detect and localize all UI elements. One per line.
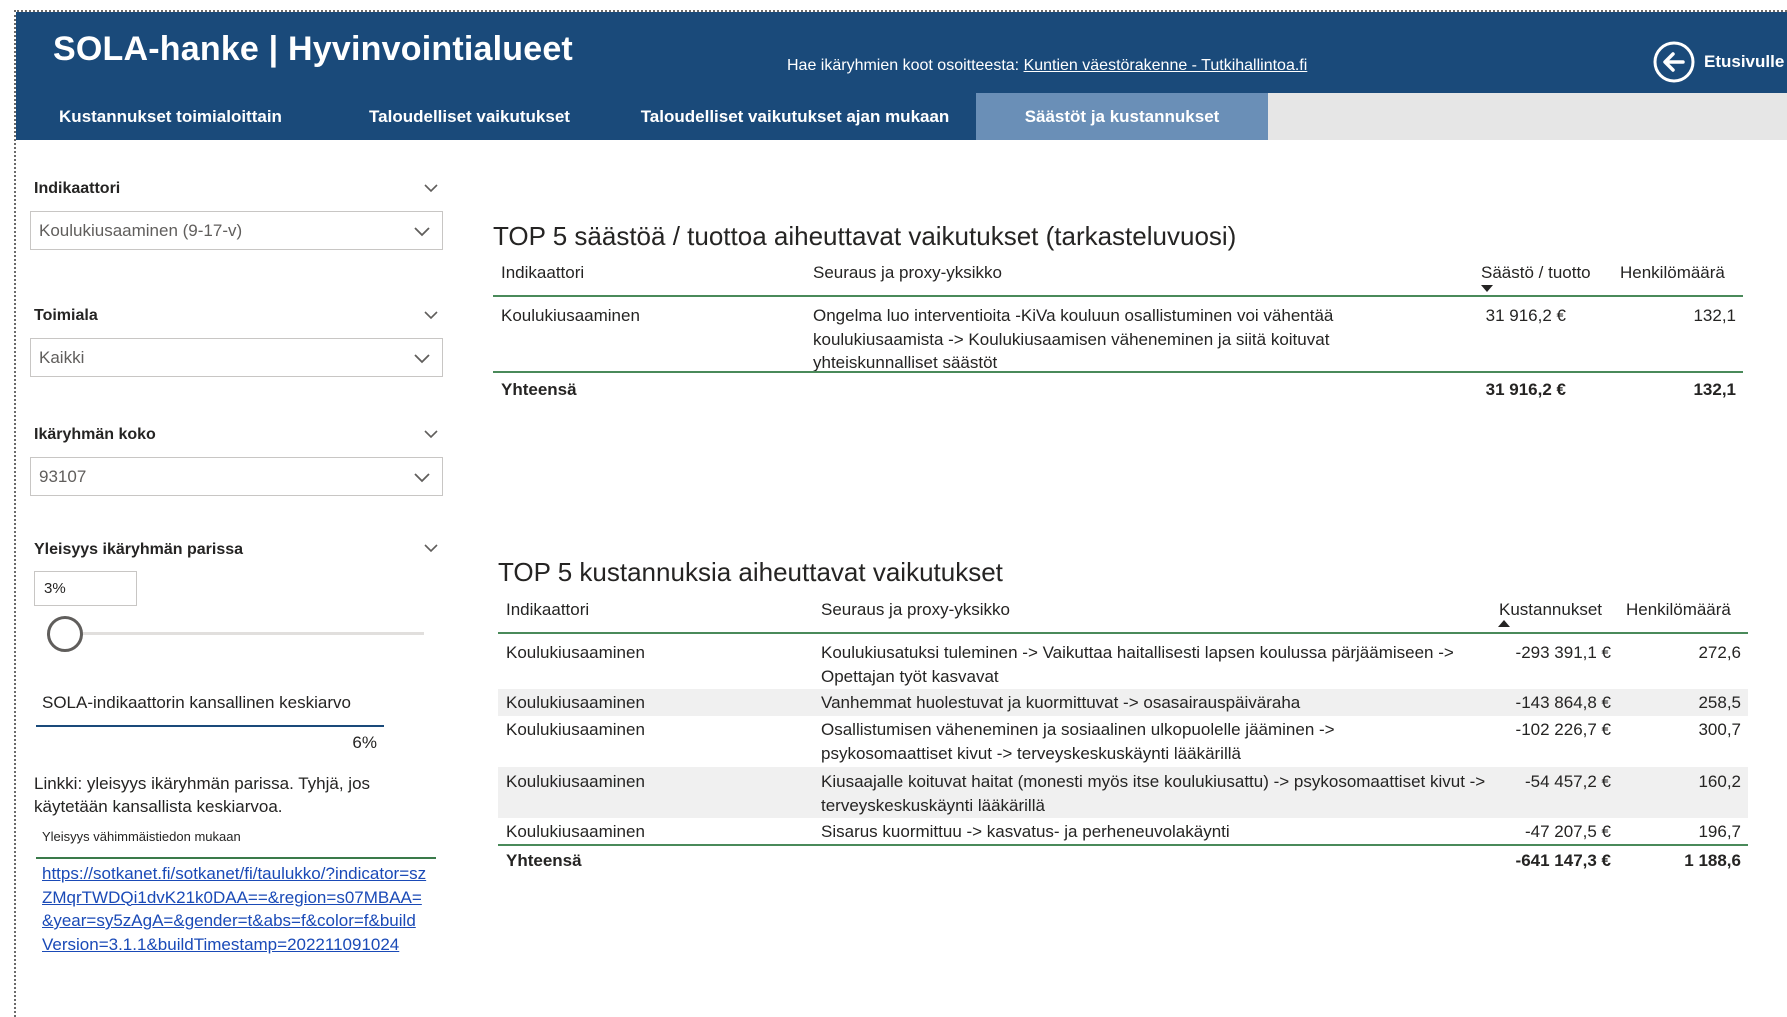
persons-cell: 272,6 — [1698, 643, 1741, 662]
indicator-cell: Koulukiusaaminen — [506, 822, 645, 841]
group-size-dropdown-value: 93107 — [39, 466, 87, 486]
table-row[interactable]: Koulukiusaaminen Vanhemmat huolestuvat j… — [498, 689, 1748, 716]
column-header[interactable]: Seuraus ja proxy-yksikko — [813, 263, 1002, 283]
column-header[interactable]: Indikaattori — [501, 263, 584, 283]
column-header-sorted[interactable]: Säästö / tuotto — [1481, 263, 1591, 283]
indicator-cell: Koulukiusaaminen — [506, 693, 645, 712]
table-total-row: Yhteensä -641 147,3 € 1 188,6 — [498, 844, 1748, 872]
column-header[interactable]: Henkilömäärä — [1626, 600, 1731, 620]
sector-dropdown[interactable]: Kaikki — [30, 338, 443, 377]
consequence-cell: Koulukiusatuksi tuleminen -> Vaikuttaa h… — [821, 643, 1454, 686]
prevalence-slicer-title: Yleisyys ikäryhmän parissa — [34, 541, 244, 558]
tab-bar: Kustannukset toimialoittain Taloudellise… — [16, 93, 1787, 140]
total-costs: -641 147,3 € — [1515, 851, 1611, 870]
consequence-cell: Vanhemmat huolestuvat ja kuormittuvat ->… — [821, 693, 1301, 712]
table-header: Indikaattori Seuraus ja proxy-yksikko Sä… — [493, 253, 1743, 297]
savings-table: Indikaattori Seuraus ja proxy-yksikko Sä… — [493, 253, 1743, 403]
costs-table: Indikaattori Seuraus ja proxy-yksikko Ku… — [498, 590, 1748, 880]
minimum-data-note: Yleisyys vähimmäistiedon mukaan — [42, 829, 241, 844]
column-header-sorted[interactable]: Kustannukset — [1499, 600, 1602, 620]
persons-cell: 300,7 — [1698, 720, 1741, 739]
indicator-dropdown[interactable]: Koulukiusaaminen (9-17-v) — [30, 211, 443, 250]
table-row[interactable]: Koulukiusaaminen Kiusaajalle koituvat ha… — [498, 767, 1748, 818]
persons-cell: 160,2 — [1698, 772, 1741, 791]
tab-savings-and-costs[interactable]: Säästöt ja kustannukset — [976, 93, 1268, 140]
column-header[interactable]: Indikaattori — [506, 600, 589, 620]
indicator-slicer-title: Indikaattori — [34, 180, 121, 197]
population-hint: Hae ikäryhmien koot osoitteesta: Kuntien… — [787, 57, 1307, 75]
tab-economic-effects-over-time[interactable]: Taloudelliset vaikutukset ajan mukaan — [614, 93, 976, 140]
sort-descending-icon — [1481, 285, 1493, 292]
consequence-cell: Sisarus kuormittuu -> kasvatus- ja perhe… — [821, 822, 1230, 841]
chevron-down-icon[interactable] — [422, 179, 440, 197]
savings-cell: 31 916,2 € — [1485, 306, 1566, 325]
group-size-dropdown[interactable]: 93107 — [30, 457, 443, 496]
consequence-cell: Ongelma luo interventioita -KiVa kouluun… — [813, 306, 1334, 372]
sotkanet-link[interactable]: https://sotkanet.fi/sotkanet/fi/taulukko… — [42, 862, 427, 956]
home-button[interactable]: Etusivulle — [1652, 40, 1784, 84]
total-label: Yhteensä — [501, 380, 577, 399]
chevron-down-icon — [414, 473, 430, 483]
chevron-down-icon[interactable] — [422, 306, 440, 324]
chevron-down-icon[interactable] — [422, 425, 440, 443]
sector-dropdown-value: Kaikki — [39, 347, 85, 367]
population-hint-text: Hae ikäryhmien koot osoitteesta: — [787, 57, 1024, 74]
chevron-down-icon — [414, 227, 430, 237]
persons-cell: 258,5 — [1698, 693, 1741, 712]
kpi-divider — [36, 725, 384, 727]
column-header[interactable]: Seuraus ja proxy-yksikko — [821, 600, 1010, 620]
total-persons: 1 188,6 — [1684, 851, 1741, 870]
chevron-down-icon — [414, 354, 430, 364]
national-average-label: SOLA-indikaattorin kansallinen keskiarvo — [42, 693, 351, 712]
costs-table-title: TOP 5 kustannuksia aiheuttavat vaikutuks… — [498, 557, 1003, 587]
indicator-dropdown-value: Koulukiusaaminen (9-17-v) — [39, 220, 243, 240]
cost-cell: -102 226,7 € — [1515, 720, 1611, 739]
indicator-cell: Koulukiusaaminen — [506, 772, 645, 791]
app-title: SOLA-hanke | Hyvinvointialueet — [53, 30, 573, 68]
sort-ascending-icon — [1498, 620, 1510, 627]
prevalence-input[interactable]: 3% — [34, 571, 137, 606]
home-label: Etusivulle — [1704, 52, 1785, 71]
persons-cell: 132,1 — [1693, 306, 1736, 325]
note-divider — [36, 857, 436, 859]
cost-cell: -293 391,1 € — [1515, 643, 1611, 662]
table-total-row: Yhteensä 31 916,2 € 132,1 — [493, 371, 1743, 399]
sector-slicer-title: Toimiala — [34, 307, 98, 324]
total-savings: 31 916,2 € — [1485, 380, 1566, 399]
table-header: Indikaattori Seuraus ja proxy-yksikko Ku… — [498, 590, 1748, 634]
prevalence-slider-track[interactable] — [66, 632, 424, 635]
column-header[interactable]: Henkilömäärä — [1620, 263, 1725, 283]
tab-economic-effects[interactable]: Taloudelliset vaikutukset — [325, 93, 614, 140]
total-persons: 132,1 — [1693, 380, 1736, 399]
cost-cell: -47 207,5 € — [1524, 822, 1611, 841]
prevalence-note: Linkki: yleisyys ikäryhmän parissa. Tyhj… — [34, 774, 371, 816]
total-label: Yhteensä — [506, 851, 582, 870]
prevalence-slider-handle[interactable] — [47, 616, 83, 652]
table-row[interactable]: Koulukiusaaminen Osallistumisen vähenemi… — [498, 716, 1748, 767]
indicator-cell: Koulukiusaaminen — [506, 720, 645, 739]
national-average-value: 6% — [352, 733, 377, 752]
savings-table-title: TOP 5 säästöä / tuottoa aiheuttavat vaik… — [493, 221, 1237, 251]
population-link[interactable]: Kuntien väestörakenne - Tutkihallintoa.f… — [1024, 57, 1308, 74]
consequence-cell: Osallistumisen väheneminen ja sosiaaline… — [821, 720, 1335, 763]
tab-costs-by-sector[interactable]: Kustannukset toimialoittain — [16, 93, 325, 140]
consequence-cell: Kiusaajalle koituvat haitat (monesti myö… — [821, 772, 1486, 815]
cost-cell: -54 457,2 € — [1524, 772, 1611, 791]
chevron-down-icon[interactable] — [422, 539, 440, 557]
table-row[interactable]: Koulukiusaaminen Sisarus kuormittuu -> k… — [498, 818, 1748, 844]
back-arrow-icon — [1653, 41, 1695, 83]
group-size-slicer-title: Ikäryhmän koko — [34, 426, 156, 443]
header-bar: SOLA-hanke | Hyvinvointialueet Hae ikäry… — [16, 12, 1787, 93]
indicator-cell: Koulukiusaaminen — [506, 643, 645, 662]
table-row[interactable]: Koulukiusaaminen Ongelma luo interventio… — [493, 301, 1743, 372]
indicator-cell: Koulukiusaaminen — [501, 306, 640, 325]
persons-cell: 196,7 — [1698, 822, 1741, 841]
table-row[interactable]: Koulukiusaaminen Koulukiusatuksi tulemin… — [498, 638, 1748, 689]
cost-cell: -143 864,8 € — [1515, 693, 1611, 712]
